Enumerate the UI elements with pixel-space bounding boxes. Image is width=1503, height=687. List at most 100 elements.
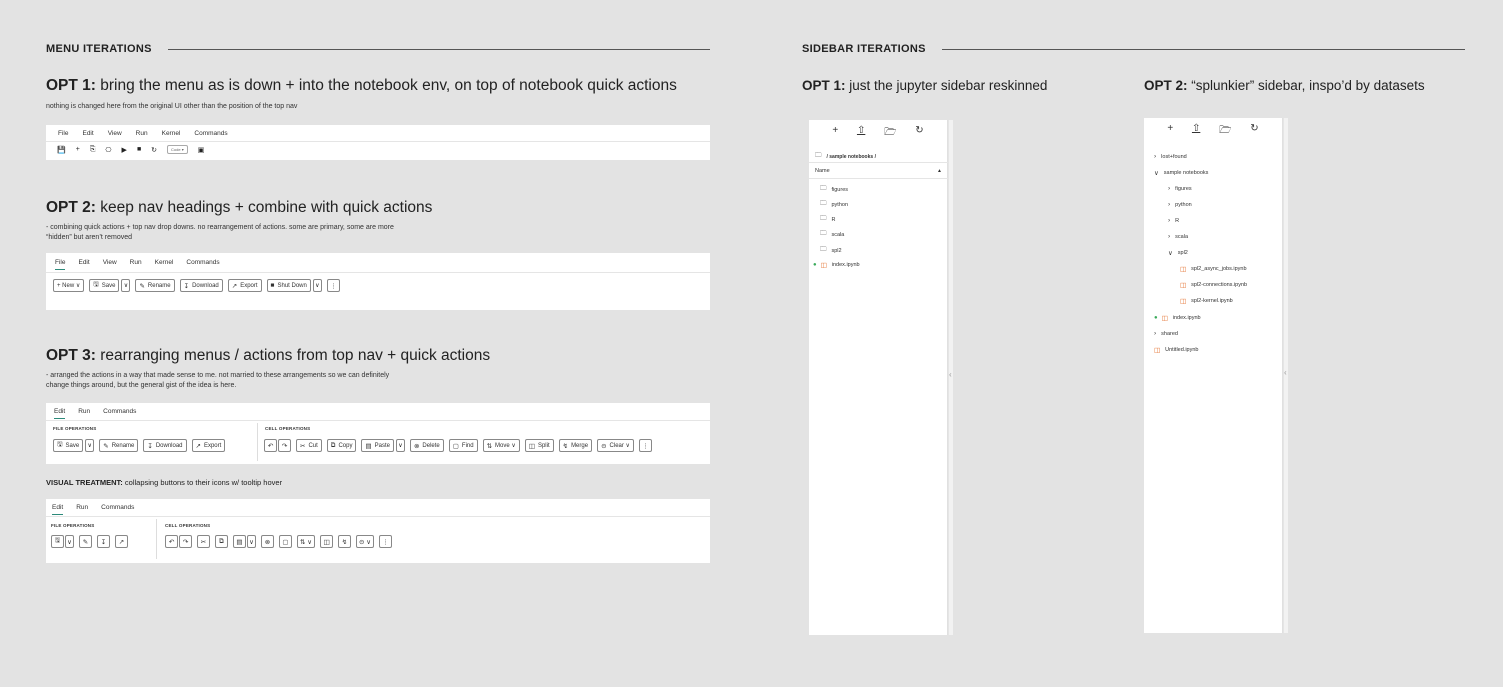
add-icon[interactable]: + — [1167, 123, 1173, 140]
clear-icon[interactable]: ⊝ ∨ — [356, 535, 375, 548]
more-icon[interactable]: ⋮ — [326, 279, 340, 292]
cell-type-select[interactable]: Code ▾ — [167, 145, 188, 154]
tab-run[interactable]: Run — [76, 504, 88, 515]
shutdown-button[interactable]: ■ Shut Down — [266, 279, 311, 292]
tab-kernel[interactable]: Kernel — [155, 259, 174, 270]
copy-icon[interactable]: ⧉ — [215, 535, 228, 548]
delete-icon[interactable]: ⊗ — [261, 535, 274, 548]
move-icon[interactable]: ⇅ ∨ — [297, 535, 316, 548]
tab-commands[interactable]: Commands — [103, 408, 136, 419]
tree-item[interactable]: › scala — [1168, 233, 1188, 240]
tree-item[interactable]: ◫ spl2-kernel.ipynb — [1180, 297, 1233, 305]
refresh-icon[interactable]: ↻ — [1250, 123, 1258, 140]
tree-item[interactable]: › R — [1168, 217, 1179, 224]
redo-icon[interactable]: ↷ — [179, 535, 192, 548]
tree-item[interactable]: › python — [1168, 201, 1192, 208]
delete-button[interactable]: ⊗ Delete — [409, 439, 444, 452]
menu-edit[interactable]: Edit — [82, 130, 93, 137]
list-item[interactable]: ● ◫ index.ipynb — [813, 261, 860, 269]
list-item[interactable]: 🗀 R — [820, 214, 835, 225]
download-icon[interactable]: ↧ — [97, 535, 110, 548]
tree-item[interactable]: ∨ spl2 — [1168, 249, 1188, 257]
chevron-down-icon[interactable]: ∨ — [247, 535, 256, 548]
split-button[interactable]: ◫ Split — [524, 439, 554, 452]
add-cell-icon[interactable]: + — [76, 146, 80, 153]
copy-button[interactable]: ⧉ Copy — [326, 439, 357, 452]
export-icon[interactable]: ↗ — [115, 535, 128, 548]
redo-icon[interactable]: ↷ — [278, 439, 291, 452]
tab-edit[interactable]: Edit — [54, 408, 66, 419]
menu-kernel[interactable]: Kernel — [162, 130, 181, 137]
download-button[interactable]: ↧ Download — [179, 279, 223, 292]
clear-button[interactable]: ⊝ Clear ∨ — [597, 439, 634, 452]
column-header-name[interactable]: Name ▲ — [815, 168, 942, 174]
new-button[interactable]: + New ∨ — [53, 279, 85, 292]
more-icon[interactable]: ⋮ — [638, 439, 652, 452]
tab-file[interactable]: File — [55, 259, 66, 270]
more-icon[interactable]: ⋮ — [379, 535, 393, 548]
scissors-icon[interactable]: ✂ — [197, 535, 210, 548]
tab-edit[interactable]: Edit — [52, 504, 64, 515]
rename-button[interactable]: ✎ Rename — [99, 439, 139, 452]
tree-item[interactable]: ∨ sample notebooks — [1154, 169, 1208, 177]
chevron-left-icon[interactable]: ‹ — [1284, 368, 1287, 377]
save-dropdown-chevron-icon[interactable]: ∨ — [85, 439, 95, 452]
save-button[interactable]: 🖫 Save — [89, 279, 120, 292]
tree-item[interactable]: › figures — [1168, 185, 1192, 192]
merge-icon[interactable]: ↯ — [338, 535, 352, 548]
split-icon[interactable]: ◫ — [320, 535, 334, 548]
menu-run[interactable]: Run — [136, 130, 148, 137]
tab-commands[interactable]: Commands — [101, 504, 134, 515]
list-item[interactable]: 🗀 scala — [820, 229, 844, 240]
cut-icon[interactable]: ⎘ — [90, 146, 96, 154]
save-button[interactable]: 🖫 Save — [53, 439, 84, 452]
restart-icon[interactable]: ↻ — [151, 146, 157, 154]
cut-button[interactable]: ✂ Cut — [296, 439, 322, 452]
breadcrumb[interactable]: 🗀 / sample notebooks / — [815, 151, 876, 162]
download-button[interactable]: ↧ Download — [143, 439, 187, 452]
paste-button[interactable]: ▤ Paste — [361, 439, 394, 452]
save-icon[interactable]: 🖫 — [51, 535, 64, 548]
refresh-icon[interactable]: ↻ — [915, 125, 923, 142]
stop-icon[interactable]: ■ — [137, 146, 141, 153]
find-button[interactable]: ▢ Find — [448, 439, 478, 452]
undo-icon[interactable]: ↶ — [264, 439, 277, 452]
find-icon[interactable]: ▢ — [279, 535, 292, 548]
tree-item[interactable]: ◫ spl2-connections.ipynb — [1180, 281, 1247, 289]
tree-item[interactable]: ◫ spl2_async_jobs.ipynb — [1180, 265, 1247, 273]
tree-item[interactable]: ◫ Untitled.ipynb — [1154, 346, 1198, 354]
run-icon[interactable]: ▶ — [122, 146, 127, 154]
paste-dropdown-chevron-icon[interactable]: ∨ — [395, 439, 405, 452]
menu-file[interactable]: File — [58, 130, 68, 137]
save-dropdown-chevron-icon[interactable]: ∨ — [121, 279, 131, 292]
menu-commands[interactable]: Commands — [194, 130, 227, 137]
menu-view[interactable]: View — [108, 130, 122, 137]
tree-item[interactable]: ● ◫ index.ipynb — [1154, 314, 1201, 322]
tree-item[interactable]: › shared — [1154, 330, 1178, 337]
chevron-down-icon[interactable]: ∨ — [65, 535, 74, 548]
paste-icon[interactable]: ⎔ — [105, 146, 111, 154]
undo-icon[interactable]: ↶ — [165, 535, 178, 548]
upload-icon[interactable]: ⇧ — [857, 125, 865, 142]
export-button[interactable]: ↗ Export — [227, 279, 262, 292]
tab-view[interactable]: View — [103, 259, 117, 270]
keyboard-icon[interactable]: ▣ — [198, 146, 205, 154]
shutdown-dropdown-chevron-icon[interactable]: ∨ — [312, 279, 322, 292]
export-button[interactable]: ↗ Export — [191, 439, 226, 452]
list-item[interactable]: 🗀 spl2 — [820, 245, 842, 256]
chevron-left-icon[interactable]: ‹ — [949, 370, 952, 379]
tab-edit[interactable]: Edit — [78, 259, 89, 270]
move-button[interactable]: ⇅ Move ∨ — [482, 439, 520, 452]
clipboard-icon[interactable]: ▤ — [233, 535, 246, 548]
list-item[interactable]: 🗀 figures — [820, 184, 848, 195]
tree-item[interactable]: › lost+found — [1154, 153, 1187, 160]
rename-button[interactable]: ✎ Rename — [135, 279, 175, 292]
upload-icon[interactable]: ⇧ — [1192, 123, 1200, 140]
new-folder-icon[interactable]: 🗁 — [1219, 123, 1231, 140]
merge-button[interactable]: ↯ Merge — [558, 439, 593, 452]
tab-run[interactable]: Run — [130, 259, 142, 270]
tab-commands[interactable]: Commands — [186, 259, 219, 270]
pencil-icon[interactable]: ✎ — [79, 535, 92, 548]
tab-run[interactable]: Run — [78, 408, 90, 419]
add-icon[interactable]: + — [832, 125, 838, 142]
